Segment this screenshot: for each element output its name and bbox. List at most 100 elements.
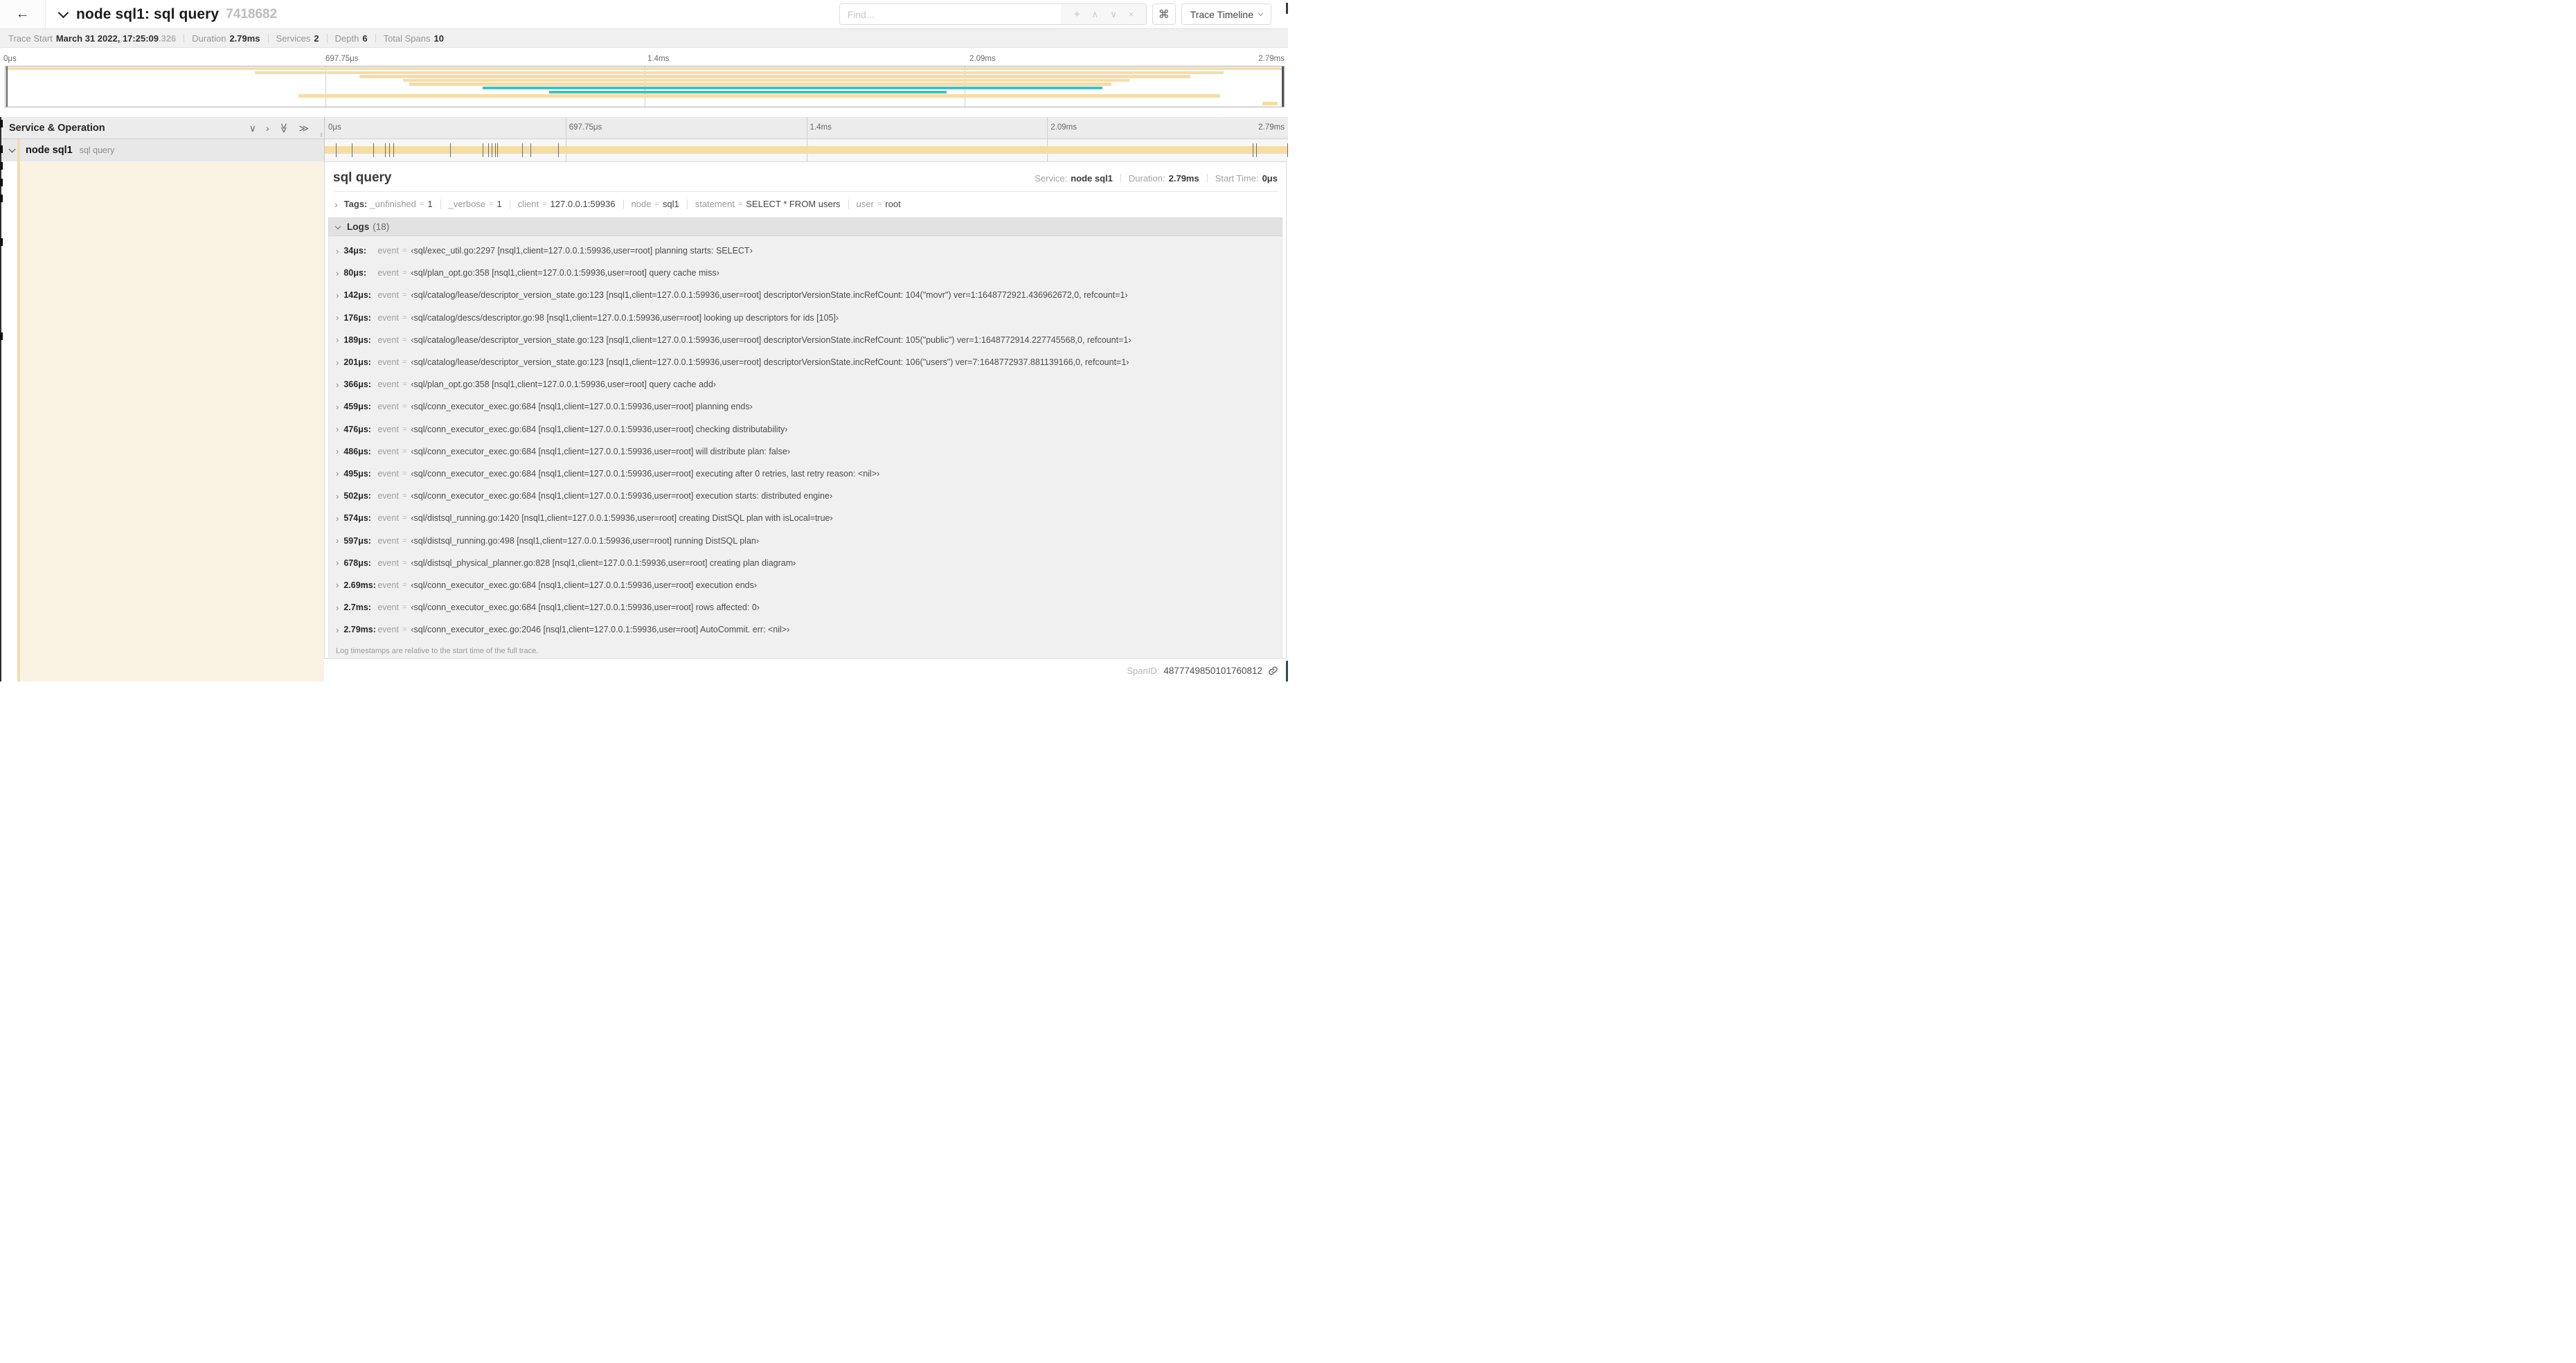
log-field-name: event	[377, 268, 399, 278]
detail-header[interactable]: sql query Service: node sql1 Duration: 2…	[325, 162, 1286, 191]
chevron-right-icon: ›	[336, 267, 339, 278]
span-name-cell[interactable]: node sql1 sql query	[0, 139, 324, 161]
left-edge-notch	[0, 238, 3, 246]
tag-key: client	[517, 199, 539, 209]
log-timestamp: 2.7ms:	[343, 603, 371, 613]
log-row[interactable]: › 366μs: event = ‹sql/plan_opt.go:358 [n…	[329, 373, 1282, 395]
column-resizer-handle[interactable]: ‖	[320, 132, 323, 139]
minimap-left-drag-handle[interactable]	[6, 66, 8, 107]
log-field-value: ‹sql/catalog/descs/descriptor.go:98 [nsq…	[411, 312, 839, 323]
span-timeline-cell[interactable]	[324, 139, 1288, 161]
log-field-value: ‹sql/conn_executor_exec.go:684 [nsql1,cl…	[411, 446, 790, 456]
log-equals: =	[402, 291, 407, 300]
log-field-name: event	[377, 468, 399, 479]
find-prev-icon[interactable]: ∧	[1092, 10, 1099, 19]
detail-meta-item: Duration: 2.79ms	[1113, 173, 1199, 184]
log-row[interactable]: › 2.69ms: event = ‹sql/conn_executor_exe…	[329, 574, 1282, 596]
trace-view-selector[interactable]: Trace Timeline	[1181, 3, 1271, 25]
time-tick-label: 0μs	[3, 55, 17, 63]
detail-meta-label: Duration:	[1128, 172, 1165, 184]
collapse-controls: ∨ › ≫ ≫	[249, 117, 309, 139]
tag-equals: =	[877, 199, 882, 208]
log-row[interactable]: › 597μs: event = ‹sql/distsql_running.go…	[329, 529, 1282, 551]
chevron-right-icon: ›	[336, 312, 339, 323]
tag-key: user	[856, 199, 874, 209]
log-row[interactable]: › 189μs: event = ‹sql/catalog/lease/desc…	[329, 329, 1282, 351]
back-button[interactable]: ←	[0, 0, 46, 28]
trace-collapse-chevron-icon[interactable]	[57, 7, 69, 19]
left-edge-notch	[0, 120, 3, 127]
log-field-name: event	[377, 580, 399, 590]
log-row[interactable]: › 486μs: event = ‹sql/conn_executor_exec…	[329, 440, 1282, 463]
chevron-right-icon: ›	[336, 245, 339, 256]
log-equals: =	[402, 380, 407, 389]
log-timestamp: 486μs:	[343, 446, 371, 456]
log-row[interactable]: › 459μs: event = ‹sql/conn_executor_exec…	[329, 395, 1282, 418]
tags-row[interactable]: › Tags: _unfinished = 1 _verbose = 1 cli…	[325, 192, 1286, 217]
find-clear-icon[interactable]: ×	[1129, 10, 1134, 19]
log-timestamp: 678μs:	[343, 558, 371, 568]
detail-meta-value: node sql1	[1071, 172, 1113, 184]
log-marker	[558, 143, 559, 157]
detail-meta-value: 2.79ms	[1168, 172, 1199, 184]
time-tick-label: 697.75μs	[325, 55, 359, 63]
log-row[interactable]: › 502μs: event = ‹sql/conn_executor_exec…	[329, 485, 1282, 507]
summary-value-suffix: .326	[158, 33, 177, 44]
find-input[interactable]	[839, 4, 1062, 24]
log-field-value: ‹sql/conn_executor_exec.go:684 [nsql1,cl…	[411, 468, 880, 479]
span-collapse-chevron-icon[interactable]	[8, 145, 16, 153]
collapse-one-icon[interactable]: ∨	[249, 123, 256, 133]
chevron-right-icon: ›	[336, 446, 339, 457]
tag-equals: =	[419, 199, 424, 208]
log-equals: =	[402, 536, 407, 545]
keyboard-shortcuts-button[interactable]: ⌘	[1152, 3, 1176, 25]
tags-list: _unfinished = 1 _verbose = 1 client = 12…	[370, 199, 900, 209]
log-field-name: event	[377, 424, 399, 434]
focus-target-icon[interactable]: ⌖	[1074, 9, 1080, 19]
right-edge-mark	[1286, 3, 1288, 14]
log-field-name: event	[377, 491, 399, 501]
log-row[interactable]: › 201μs: event = ‹sql/catalog/lease/desc…	[329, 351, 1282, 373]
minimap-span-bar	[403, 78, 1129, 82]
log-marker	[373, 143, 374, 157]
deep-link-icon[interactable]	[1268, 666, 1278, 676]
summary-label: Total Spans	[383, 33, 431, 44]
log-field-name: event	[377, 603, 399, 613]
summary-item: Total Spans 10	[368, 33, 444, 44]
span-id-value: 4877749850101760812	[1163, 666, 1262, 676]
chevron-right-icon: ›	[336, 289, 339, 301]
log-row[interactable]: › 80μs: event = ‹sql/plan_opt.go:358 [ns…	[329, 262, 1282, 284]
log-row[interactable]: › 2.7ms: event = ‹sql/conn_executor_exec…	[329, 596, 1282, 618]
tag-key: _unfinished	[370, 199, 416, 209]
logs-header[interactable]: Logs (18)	[328, 217, 1282, 236]
detail-row-highlight	[20, 161, 324, 682]
log-marker	[497, 143, 499, 157]
log-equals: =	[402, 603, 407, 612]
tag-equals: =	[737, 199, 743, 208]
collapse-all-icon[interactable]: ≫	[278, 123, 289, 133]
log-row[interactable]: › 678μs: event = ‹sql/distsql_physical_p…	[329, 552, 1282, 574]
log-equals: =	[402, 514, 407, 523]
log-field-value: ‹sql/conn_executor_exec.go:2046 [nsql1,c…	[411, 625, 790, 635]
log-marker	[384, 143, 386, 157]
chevron-right-icon: ›	[336, 424, 339, 435]
log-row[interactable]: › 142μs: event = ‹sql/catalog/lease/desc…	[329, 284, 1282, 306]
tags-title: Tags:	[343, 199, 368, 209]
span-duration-bar[interactable]	[325, 146, 1288, 154]
expand-one-icon[interactable]: ›	[266, 123, 269, 133]
chevron-right-icon: ›	[336, 379, 339, 390]
chevron-down-icon	[334, 223, 341, 229]
find-next-icon[interactable]: ∨	[1110, 10, 1117, 19]
log-field-value: ‹sql/conn_executor_exec.go:684 [nsql1,cl…	[411, 424, 788, 434]
log-row[interactable]: › 176μs: event = ‹sql/catalog/descs/desc…	[329, 307, 1282, 329]
log-row[interactable]: › 476μs: event = ‹sql/conn_executor_exec…	[329, 418, 1282, 440]
chevron-right-icon: ›	[336, 580, 339, 591]
minimap-canvas[interactable]	[5, 66, 1285, 107]
minimap-right-drag-handle[interactable]	[1282, 66, 1284, 107]
log-row[interactable]: › 34μs: event = ‹sql/exec_util.go:2297 […	[329, 240, 1282, 262]
log-field-value: ‹sql/conn_executor_exec.go:684 [nsql1,cl…	[411, 402, 753, 412]
log-row[interactable]: › 495μs: event = ‹sql/conn_executor_exec…	[329, 463, 1282, 485]
log-row[interactable]: › 574μs: event = ‹sql/distsql_running.go…	[329, 507, 1282, 529]
expand-all-icon[interactable]: ≫	[298, 123, 309, 133]
log-row[interactable]: › 2.79ms: event = ‹sql/conn_executor_exe…	[329, 618, 1282, 641]
